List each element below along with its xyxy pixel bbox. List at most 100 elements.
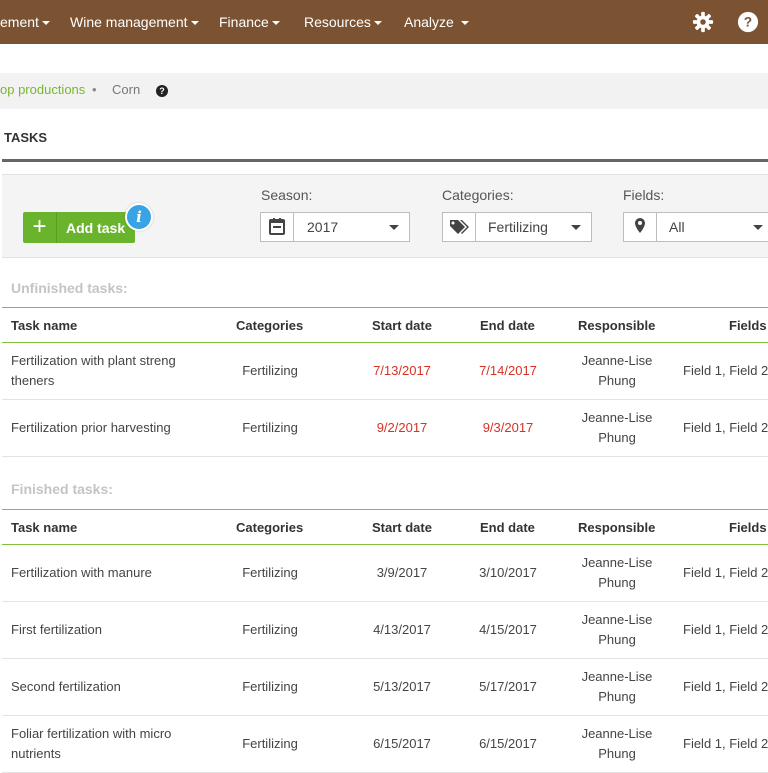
task-end-date: 3/10/2017 [479,565,537,580]
table-row[interactable]: Second fertilization Fertilizing 5/13/20… [2,659,768,716]
tags-icon [443,213,476,241]
table-row[interactable]: Fertilization with manure Fertilizing 3/… [2,545,768,602]
column-header-fields[interactable]: Fields [729,520,767,535]
task-start-date: 7/13/2017 [373,363,431,378]
column-header-responsible[interactable]: Responsible [578,520,655,535]
task-start-date: 6/15/2017 [373,736,431,751]
column-header-categories[interactable]: Categories [236,318,303,333]
table-row[interactable]: Fertilization with plant streng theners … [2,343,768,400]
gear-icon[interactable] [692,11,714,33]
help-icon[interactable]: ? [156,85,168,97]
svg-text:?: ? [744,15,752,30]
unfinished-tasks-title: Unfinished tasks: [11,280,128,296]
fields-select[interactable]: All [623,212,768,242]
breadcrumb-separator: • [92,82,97,97]
table-row[interactable]: Fertilization prior harvesting Fertilizi… [2,400,768,457]
chevron-down-icon [271,21,280,26]
breadcrumb-current: Corn [112,82,141,97]
task-responsible: Jeanne-Lise Phung [581,410,653,445]
season-value: 2017 [307,219,339,235]
chevron-down-icon [389,225,399,230]
nav-item-label: Finance [219,14,269,30]
task-start-date: 5/13/2017 [373,679,431,694]
column-header-start-date[interactable]: Start date [372,318,432,333]
help-circle-icon[interactable]: ? [737,11,759,33]
add-task-button[interactable]: + Add task [23,212,135,243]
task-fields: Field 1, Field 2 [683,420,768,435]
table-row[interactable]: First fertilization Fertilizing 4/13/201… [2,602,768,659]
map-pin-icon [624,213,657,241]
task-name: Fertilization with plant streng theners [11,353,176,388]
nav-item-analyze[interactable]: Analyze [404,0,469,44]
task-category: Fertilizing [242,736,298,751]
breadcrumb-parent-link[interactable]: op productions [0,82,85,97]
task-category: Fertilizing [242,363,298,378]
chevron-down-icon [460,21,469,26]
column-header-end-date[interactable]: End date [480,520,535,535]
nav-item-label: Resources [304,14,371,30]
table-row[interactable]: Foliar fertilization with micro nutrient… [2,716,768,773]
plus-icon: + [23,212,57,243]
add-task-label: Add task [66,220,126,236]
task-name: Second fertilization [11,679,121,694]
task-fields: Field 1, Field 2 [683,679,768,694]
chevron-down-icon [753,225,763,230]
task-start-date: 4/13/2017 [373,622,431,637]
task-category: Fertilizing [242,420,298,435]
task-end-date: 9/3/2017 [482,420,534,435]
season-select[interactable]: 2017 [260,212,410,242]
column-header-task-name[interactable]: Task name [11,520,77,535]
nav-item-label: ement [0,14,39,30]
categories-value: Fertilizing [488,219,548,235]
chevron-down-icon [190,21,199,26]
task-category: Fertilizing [242,679,298,694]
task-responsible: Jeanne-Lise Phung [581,726,653,761]
task-end-date: 5/17/2017 [479,679,537,694]
fields-value: All [669,219,685,235]
nav-item-label: Analyze [404,14,454,30]
season-label: Season: [261,187,313,203]
page-title: TASKS [4,130,48,145]
task-name: Fertilization prior harvesting [11,420,171,435]
chevron-down-icon [571,225,581,230]
task-fields: Field 1, Field 2 [683,622,768,637]
column-header-task-name[interactable]: Task name [11,318,77,333]
table-header: Task name Categories Start date End date… [2,509,768,545]
categories-label: Categories: [442,187,514,203]
table-header: Task name Categories Start date End date… [2,307,768,343]
categories-select[interactable]: Fertilizing [442,212,592,242]
task-fields: Field 1, Field 2 [683,736,768,751]
finished-tasks-title: Finished tasks: [11,481,113,497]
task-end-date: 4/15/2017 [479,622,537,637]
task-responsible: Jeanne-Lise Phung [581,353,653,388]
title-divider [2,159,768,162]
task-fields: Field 1, Field 2 [683,565,768,580]
task-start-date: 9/2/2017 [376,420,428,435]
column-header-responsible[interactable]: Responsible [578,318,655,333]
task-responsible: Jeanne-Lise Phung [581,612,653,647]
top-navbar: ement Wine management Finance Resources … [0,0,768,44]
column-header-categories[interactable]: Categories [236,520,303,535]
column-header-fields[interactable]: Fields [729,318,767,333]
breadcrumb: op productions • Corn ? [0,73,768,109]
task-name: Fertilization with manure [11,565,152,580]
column-header-end-date[interactable]: End date [480,318,535,333]
task-start-date: 3/9/2017 [376,565,428,580]
task-category: Fertilizing [242,622,298,637]
task-category: Fertilizing [242,565,298,580]
task-name: Foliar fertilization with micro nutrient… [11,726,172,761]
task-fields: Field 1, Field 2 [683,363,768,378]
fields-label: Fields: [623,187,665,203]
nav-item-finance[interactable]: Finance [219,0,280,44]
chevron-down-icon [373,21,382,26]
task-end-date: 7/14/2017 [479,363,537,378]
nav-item-resources[interactable]: Resources [304,0,382,44]
task-responsible: Jeanne-Lise Phung [581,669,653,704]
info-icon[interactable]: i [125,203,153,231]
nav-item-label: Wine management [70,14,188,30]
nav-item-wine-management[interactable]: Wine management [70,0,199,44]
column-header-start-date[interactable]: Start date [372,520,432,535]
task-name: First fertilization [11,622,103,637]
nav-item-management[interactable]: ement [0,0,50,44]
task-end-date: 6/15/2017 [479,736,537,751]
